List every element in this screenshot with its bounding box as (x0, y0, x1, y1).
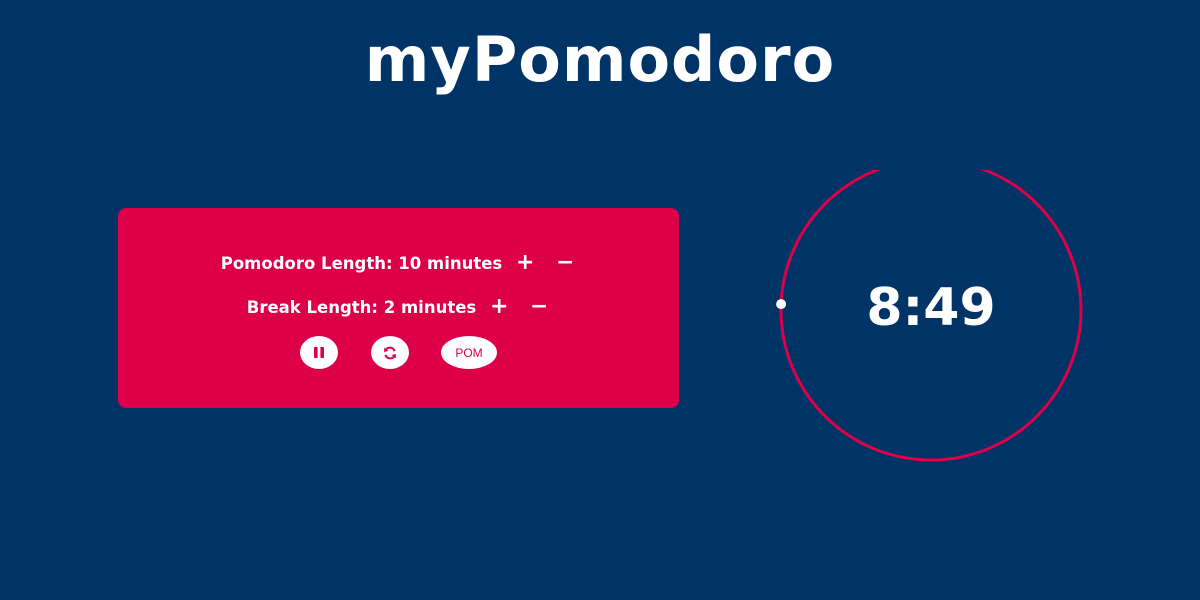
pomodoro-app: myPomodoro Pomodoro Length: 10 minutes +… (0, 0, 1200, 600)
pause-button[interactable] (300, 336, 338, 369)
pomodoro-length-label: Pomodoro Length: 10 minutes (220, 253, 503, 273)
timer-controls: POM (118, 336, 679, 369)
mode-toggle-button[interactable]: POM (441, 336, 497, 369)
break-increase-button[interactable]: + (488, 296, 510, 318)
app-title: myPomodoro (364, 23, 836, 96)
refresh-icon (384, 346, 396, 359)
pause-icon (314, 347, 324, 358)
settings-panel: Pomodoro Length: 10 minutes + − Break Le… (118, 208, 679, 408)
break-decrease-button[interactable]: − (528, 296, 550, 318)
timer-display: 8:49 (866, 278, 996, 338)
break-length-row: Break Length: 2 minutes + − (118, 294, 679, 320)
pomodoro-decrease-button[interactable]: − (554, 252, 576, 274)
pomodoro-increase-button[interactable]: + (514, 252, 536, 274)
reset-button[interactable] (371, 336, 409, 369)
pomodoro-length-row: Pomodoro Length: 10 minutes + − (118, 250, 679, 276)
break-length-label: Break Length: 2 minutes (246, 297, 477, 317)
